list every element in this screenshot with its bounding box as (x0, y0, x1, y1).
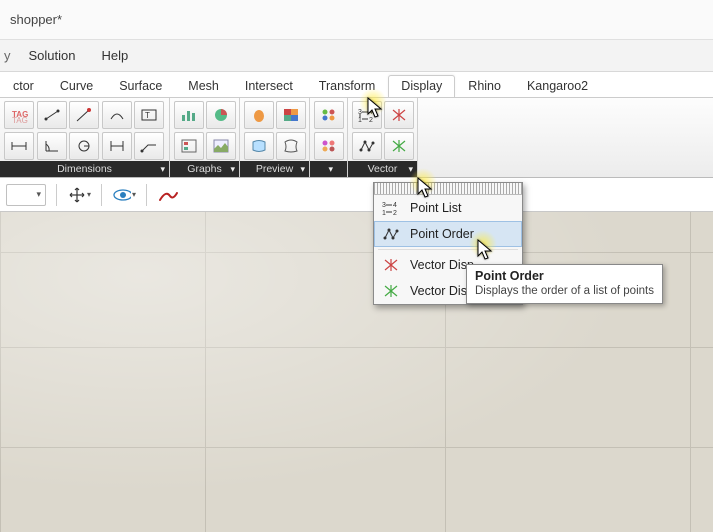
tab-transform[interactable]: Transform (306, 75, 389, 97)
tab-mesh[interactable]: Mesh (175, 75, 232, 97)
preview-surface-icon[interactable] (244, 132, 274, 160)
menu-cut[interactable]: y (0, 44, 15, 67)
vector-pointorder-icon[interactable] (352, 132, 382, 160)
graph-pie-icon[interactable] (206, 101, 236, 129)
popup-item-label: Vector Disp (410, 258, 474, 272)
graph-image-icon[interactable] (206, 132, 236, 160)
panel-label-graphs[interactable]: Graphs▾ (170, 161, 239, 177)
chevron-down-icon: ▾ (36, 189, 41, 200)
dim-tag-icon[interactable]: TAGTAG (4, 101, 34, 129)
dim-radial-icon[interactable] (69, 132, 99, 160)
tooltip-body: Displays the order of a list of points (475, 285, 654, 297)
graph-bar-icon[interactable] (174, 101, 204, 129)
vector-pointlist-icon[interactable]: 3412 (352, 101, 382, 129)
panel-graphs: Graphs▾ (170, 98, 240, 177)
popup-item-label: Point List (410, 201, 461, 215)
tooltip: Point Order Displays the order of a list… (466, 264, 663, 304)
dim-linear-icon[interactable] (4, 132, 34, 160)
zoom-dropdown[interactable]: ▾ (6, 184, 46, 206)
sketch-tool[interactable] (157, 184, 181, 206)
dim-leader-icon[interactable] (134, 132, 164, 160)
tab-rhino[interactable]: Rhino (455, 75, 514, 97)
popup-item-point-order[interactable]: Point Order (374, 221, 522, 247)
preview-brep-icon[interactable] (276, 132, 306, 160)
tab-kangaroo2[interactable]: Kangaroo2 (514, 75, 601, 97)
panel-preview: Preview▾ (240, 98, 310, 177)
tab-surface[interactable]: Surface (106, 75, 175, 97)
chevron-down-icon: ▾ (87, 190, 91, 199)
vector-display-icon[interactable] (384, 101, 414, 129)
svg-text:3: 3 (382, 202, 386, 209)
menubar: y Solution Help (0, 40, 713, 72)
svg-text:TAG: TAG (12, 116, 28, 123)
dim-marker-icon[interactable] (69, 101, 99, 129)
panel-label-preview[interactable]: Preview▾ (240, 161, 309, 177)
vector-burst-red-icon (380, 255, 402, 275)
popup-grip[interactable] (374, 183, 522, 195)
vector-display-ex-icon[interactable] (384, 132, 414, 160)
panel-label-vector[interactable]: Vector▾ (348, 161, 417, 177)
svg-text:1: 1 (382, 210, 386, 216)
svg-text:T: T (145, 111, 150, 120)
dim-arc-icon[interactable] (102, 101, 132, 129)
graph-legend-icon[interactable] (174, 132, 204, 160)
tab-curve[interactable]: Curve (47, 75, 106, 97)
menu-help[interactable]: Help (89, 44, 140, 67)
point-list-icon: 34 1 2 (380, 198, 402, 218)
menu-solution[interactable]: Solution (17, 44, 88, 67)
dim-angular-icon[interactable] (37, 132, 67, 160)
panel-dots: ▾ (310, 98, 348, 177)
svg-text:2: 2 (393, 210, 397, 216)
tab-intersect[interactable]: Intersect (232, 75, 306, 97)
svg-text:4: 4 (393, 202, 397, 209)
window-title: shopper* (10, 12, 62, 27)
vector-burst-green-icon (380, 281, 402, 301)
ribbon: TAGTAG T Dimensions▾ Graphs▾ (0, 98, 713, 178)
dim-serif-icon[interactable] (102, 132, 132, 160)
panel-label-dimensions[interactable]: Dimensions▾ (0, 161, 169, 177)
cloud-shade-icon[interactable] (314, 132, 344, 160)
titlebar: shopper* (0, 0, 713, 40)
move-tool[interactable]: ▾ (67, 184, 91, 206)
svg-text:4: 4 (369, 109, 373, 116)
preview-egg-icon[interactable] (244, 101, 274, 129)
svg-text:2: 2 (369, 117, 373, 123)
panel-label-dots[interactable]: ▾ (310, 161, 347, 177)
panel-dimensions: TAGTAG T Dimensions▾ (0, 98, 170, 177)
chevron-down-icon: ▾ (132, 190, 136, 199)
tab-vector-cut[interactable]: ctor (0, 75, 47, 97)
secondary-toolbar: ▾ ▾ ▾ (0, 178, 713, 212)
dim-text-icon[interactable]: T (134, 101, 164, 129)
tooltip-title: Point Order (475, 269, 654, 283)
dim-aligned-icon[interactable] (37, 101, 67, 129)
preview-swatch-icon[interactable] (276, 101, 306, 129)
cloud-dots-icon[interactable] (314, 101, 344, 129)
tab-display[interactable]: Display (388, 75, 455, 97)
point-order-icon (380, 224, 402, 244)
panel-vector: 3412 Vector▾ (348, 98, 418, 177)
ribbon-tabs: ctor Curve Surface Mesh Intersect Transf… (0, 72, 713, 98)
canvas[interactable] (0, 212, 713, 532)
popup-item-label: Point Order (410, 227, 474, 241)
popup-item-point-list[interactable]: 34 1 2 Point List (374, 195, 522, 221)
visibility-tool[interactable]: ▾ (112, 184, 136, 206)
